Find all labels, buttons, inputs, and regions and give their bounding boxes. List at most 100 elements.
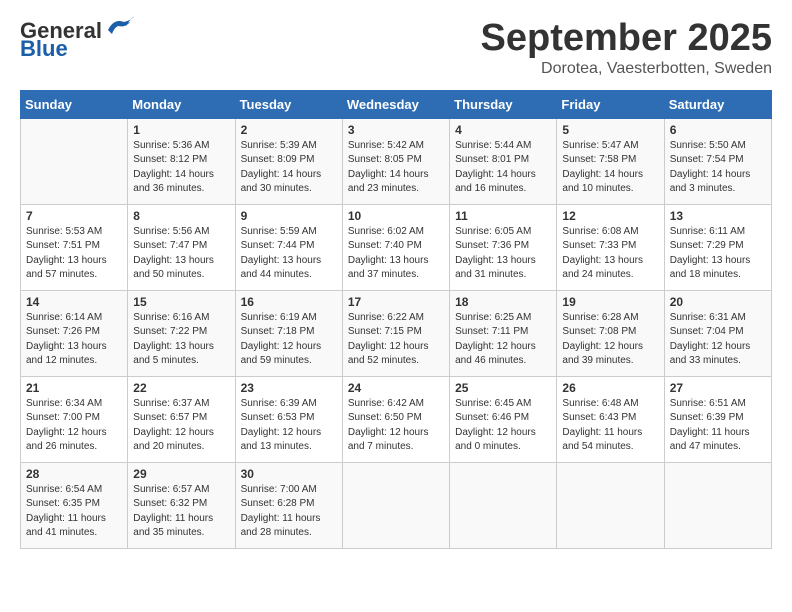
day-number: 6 [670, 123, 766, 137]
day-info: Sunrise: 6:39 AMSunset: 6:53 PMDaylight:… [241, 397, 337, 455]
calendar-cell: 16 Sunrise: 6:19 AMSunset: 7:18 PMDayligh… [235, 290, 342, 376]
day-info: Sunrise: 5:44 AMSunset: 8:01 PMDaylight:… [455, 139, 551, 197]
day-number: 7 [26, 209, 122, 223]
calendar-header-row: SundayMondayTuesdayWednesdayThursdayFrid… [21, 90, 772, 118]
day-number: 20 [670, 295, 766, 309]
day-number: 23 [241, 381, 337, 395]
day-number: 29 [133, 467, 229, 481]
calendar-cell: 15 Sunrise: 6:16 AMSunset: 7:22 PMDayligh… [128, 290, 235, 376]
calendar-cell: 25 Sunrise: 6:45 AMSunset: 6:46 PMDayligh… [450, 376, 557, 462]
day-header-friday: Friday [557, 90, 664, 118]
calendar-cell: 4 Sunrise: 5:44 AMSunset: 8:01 PMDaylight… [450, 118, 557, 204]
day-number: 11 [455, 209, 551, 223]
day-info: Sunrise: 5:42 AMSunset: 8:05 PMDaylight:… [348, 139, 444, 197]
calendar-cell: 29 Sunrise: 6:57 AMSunset: 6:32 PMDayligh… [128, 462, 235, 548]
calendar-cell [557, 462, 664, 548]
calendar-cell: 13 Sunrise: 6:11 AMSunset: 7:29 PMDayligh… [664, 204, 771, 290]
day-info: Sunrise: 6:16 AMSunset: 7:22 PMDaylight:… [133, 311, 229, 369]
day-info: Sunrise: 6:31 AMSunset: 7:04 PMDaylight:… [670, 311, 766, 369]
day-info: Sunrise: 7:00 AMSunset: 6:28 PMDaylight:… [241, 483, 337, 541]
calendar-cell: 3 Sunrise: 5:42 AMSunset: 8:05 PMDaylight… [342, 118, 449, 204]
calendar-cell: 5Sunrise: 5:47 AMSunset: 7:58 PMDaylight… [557, 118, 664, 204]
day-number: 21 [26, 381, 122, 395]
day-header-thursday: Thursday [450, 90, 557, 118]
month-title: September 2025 [481, 18, 773, 60]
calendar-cell: 10 Sunrise: 6:02 AMSunset: 7:40 PMDayligh… [342, 204, 449, 290]
calendar-week-row: 21 Sunrise: 6:34 AMSunset: 7:00 PMDayligh… [21, 376, 772, 462]
day-info: Sunrise: 6:22 AMSunset: 7:15 PMDaylight:… [348, 311, 444, 369]
day-info: Sunrise: 6:48 AMSunset: 6:43 PMDaylight:… [562, 397, 658, 455]
day-info: Sunrise: 6:02 AMSunset: 7:40 PMDaylight:… [348, 225, 444, 283]
calendar-cell [664, 462, 771, 548]
day-number: 19 [562, 295, 658, 309]
day-info: Sunrise: 5:36 AMSunset: 8:12 PMDaylight:… [133, 139, 229, 197]
calendar-week-row: 7 Sunrise: 5:53 AMSunset: 7:51 PMDaylight… [21, 204, 772, 290]
day-number: 24 [348, 381, 444, 395]
day-number: 28 [26, 467, 122, 481]
day-info: Sunrise: 6:54 AMSunset: 6:35 PMDaylight:… [26, 483, 122, 541]
calendar-cell [450, 462, 557, 548]
day-info: Sunrise: 6:34 AMSunset: 7:00 PMDaylight:… [26, 397, 122, 455]
day-info: Sunrise: 5:53 AMSunset: 7:51 PMDaylight:… [26, 225, 122, 283]
location: Dorotea, Vaesterbotten, Sweden [481, 60, 773, 78]
day-number: 5 [562, 123, 658, 137]
calendar-cell: 14Sunrise: 6:14 AMSunset: 7:26 PMDayligh… [21, 290, 128, 376]
calendar-cell: 17 Sunrise: 6:22 AMSunset: 7:15 PMDayligh… [342, 290, 449, 376]
day-number: 8 [133, 209, 229, 223]
calendar-cell: 7 Sunrise: 5:53 AMSunset: 7:51 PMDaylight… [21, 204, 128, 290]
day-number: 3 [348, 123, 444, 137]
calendar-week-row: 1Sunrise: 5:36 AMSunset: 8:12 PMDaylight… [21, 118, 772, 204]
day-info: Sunrise: 6:51 AMSunset: 6:39 PMDaylight:… [670, 397, 766, 455]
day-number: 18 [455, 295, 551, 309]
calendar-cell: 1Sunrise: 5:36 AMSunset: 8:12 PMDaylight… [128, 118, 235, 204]
day-number: 30 [241, 467, 337, 481]
day-number: 2 [241, 123, 337, 137]
day-number: 16 [241, 295, 337, 309]
day-info: Sunrise: 6:28 AMSunset: 7:08 PMDaylight:… [562, 311, 658, 369]
day-number: 4 [455, 123, 551, 137]
day-info: Sunrise: 6:11 AMSunset: 7:29 PMDaylight:… [670, 225, 766, 283]
page: General Blue September 2025 Dorotea, Vae… [0, 0, 792, 559]
logo: General Blue [20, 18, 136, 62]
day-header-monday: Monday [128, 90, 235, 118]
day-number: 10 [348, 209, 444, 223]
header: General Blue September 2025 Dorotea, Vae… [20, 18, 772, 78]
calendar-cell: 28 Sunrise: 6:54 AMSunset: 6:35 PMDayligh… [21, 462, 128, 548]
logo-bird-icon [104, 16, 136, 42]
day-info: Sunrise: 6:45 AMSunset: 6:46 PMDaylight:… [455, 397, 551, 455]
calendar-cell [342, 462, 449, 548]
day-info: Sunrise: 5:50 AMSunset: 7:54 PMDaylight:… [670, 139, 766, 197]
day-number: 9 [241, 209, 337, 223]
day-header-sunday: Sunday [21, 90, 128, 118]
day-number: 15 [133, 295, 229, 309]
day-info: Sunrise: 6:19 AMSunset: 7:18 PMDaylight:… [241, 311, 337, 369]
day-info: Sunrise: 6:42 AMSunset: 6:50 PMDaylight:… [348, 397, 444, 455]
calendar-cell: 11 Sunrise: 6:05 AMSunset: 7:36 PMDayligh… [450, 204, 557, 290]
calendar-cell: 30 Sunrise: 7:00 AMSunset: 6:28 PMDayligh… [235, 462, 342, 548]
calendar-table: SundayMondayTuesdayWednesdayThursdayFrid… [20, 90, 772, 549]
day-info: Sunrise: 6:05 AMSunset: 7:36 PMDaylight:… [455, 225, 551, 283]
day-number: 25 [455, 381, 551, 395]
calendar-cell: 2 Sunrise: 5:39 AMSunset: 8:09 PMDaylight… [235, 118, 342, 204]
day-info: Sunrise: 6:25 AMSunset: 7:11 PMDaylight:… [455, 311, 551, 369]
day-number: 27 [670, 381, 766, 395]
day-header-saturday: Saturday [664, 90, 771, 118]
day-header-tuesday: Tuesday [235, 90, 342, 118]
calendar-cell: 27 Sunrise: 6:51 AMSunset: 6:39 PMDayligh… [664, 376, 771, 462]
day-header-wednesday: Wednesday [342, 90, 449, 118]
day-info: Sunrise: 6:08 AMSunset: 7:33 PMDaylight:… [562, 225, 658, 283]
day-number: 14 [26, 295, 122, 309]
day-info: Sunrise: 5:59 AMSunset: 7:44 PMDaylight:… [241, 225, 337, 283]
calendar-cell: 8 Sunrise: 5:56 AMSunset: 7:47 PMDaylight… [128, 204, 235, 290]
day-info: Sunrise: 6:57 AMSunset: 6:32 PMDaylight:… [133, 483, 229, 541]
calendar-cell: 26Sunrise: 6:48 AMSunset: 6:43 PMDayligh… [557, 376, 664, 462]
calendar-cell: 20 Sunrise: 6:31 AMSunset: 7:04 PMDayligh… [664, 290, 771, 376]
day-info: Sunrise: 5:56 AMSunset: 7:47 PMDaylight:… [133, 225, 229, 283]
logo-blue: Blue [20, 36, 68, 62]
day-number: 12 [562, 209, 658, 223]
calendar-cell: 23 Sunrise: 6:39 AMSunset: 6:53 PMDayligh… [235, 376, 342, 462]
day-info: Sunrise: 5:39 AMSunset: 8:09 PMDaylight:… [241, 139, 337, 197]
day-number: 13 [670, 209, 766, 223]
calendar-week-row: 14Sunrise: 6:14 AMSunset: 7:26 PMDayligh… [21, 290, 772, 376]
day-number: 17 [348, 295, 444, 309]
